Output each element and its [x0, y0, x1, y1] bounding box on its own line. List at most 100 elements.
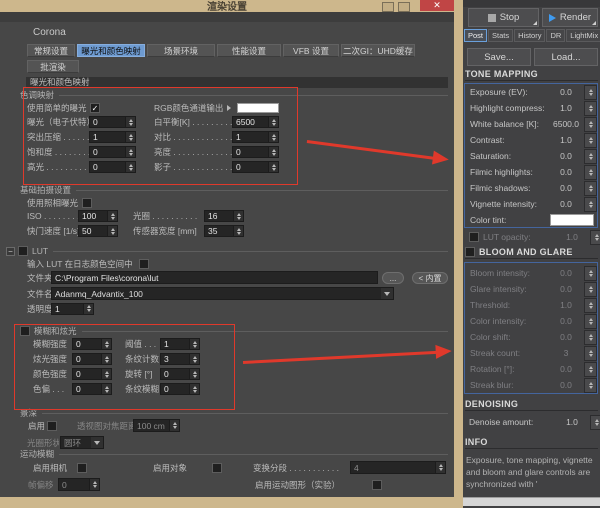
tab-post[interactable]: Post	[464, 29, 487, 42]
spinner[interactable]	[584, 149, 597, 164]
param-field[interactable]: 1	[232, 131, 279, 143]
lut-opacity-field[interactable]: 1	[51, 303, 94, 315]
lut-enable-checkbox[interactable]	[18, 246, 28, 256]
spinner[interactable]	[268, 117, 278, 127]
param-field[interactable]: 0	[232, 161, 279, 173]
spinner[interactable]	[233, 211, 243, 221]
close-button[interactable]: ✕	[420, 0, 454, 11]
param-field[interactable]: 0	[72, 383, 112, 395]
param-field[interactable]: 1	[160, 338, 200, 350]
chevron-down-icon[interactable]	[91, 437, 103, 448]
lut-opacity-checkbox[interactable]	[469, 232, 479, 242]
dof-shape-dropdown[interactable]: 圆环	[60, 436, 104, 449]
simple-exposure-checkbox[interactable]	[90, 103, 100, 113]
dof-enable-checkbox[interactable]	[47, 421, 57, 431]
param-field[interactable]: 35	[204, 225, 244, 237]
spinner[interactable]	[101, 369, 111, 379]
lut-log-space-checkbox[interactable]	[139, 259, 149, 269]
spinner[interactable]	[189, 369, 199, 379]
param-field[interactable]: 100	[78, 210, 118, 222]
tab-scene-environment[interactable]: 场景环境	[147, 44, 215, 57]
mb-segments-field[interactable]: 4	[350, 461, 446, 474]
spinner[interactable]	[101, 339, 111, 349]
spinner[interactable]	[584, 181, 597, 196]
tab-lightmix[interactable]: LightMix	[566, 29, 600, 42]
spinner[interactable]	[590, 415, 600, 430]
param-field[interactable]: 0	[232, 146, 279, 158]
spinner[interactable]	[584, 165, 597, 180]
spinner[interactable]	[268, 132, 278, 142]
tab-batch-render[interactable]: 批渲染	[27, 60, 79, 73]
spinner[interactable]	[107, 211, 117, 221]
param-field[interactable]: 0	[160, 383, 200, 395]
tab-history[interactable]: History	[514, 29, 545, 42]
spinner[interactable]	[590, 230, 600, 245]
param-field[interactable]: 0	[72, 353, 112, 365]
param-field[interactable]: 0	[89, 116, 136, 128]
param-field[interactable]: 0	[89, 146, 136, 158]
spinner[interactable]	[125, 162, 135, 172]
tab-vfb-settings[interactable]: VFB 设置	[283, 44, 339, 57]
spinner[interactable]	[101, 354, 111, 364]
spinner[interactable]	[83, 304, 93, 314]
spinner[interactable]	[584, 85, 597, 100]
spinner[interactable]	[189, 354, 199, 364]
collapse-icon[interactable]: −	[6, 247, 15, 256]
param-field[interactable]: 3	[160, 353, 200, 365]
blur-glare-checkbox[interactable]	[20, 326, 30, 336]
spinner[interactable]	[189, 339, 199, 349]
mb-object-checkbox[interactable]	[212, 463, 222, 473]
render-button[interactable]: Render	[542, 8, 598, 27]
lut-folder-path-field[interactable]: C:\Program Files\corona\lut	[51, 271, 378, 284]
maximize-button[interactable]	[398, 2, 410, 12]
tab-performance-settings[interactable]: 性能设置	[217, 44, 281, 57]
spinner[interactable]	[125, 117, 135, 127]
spinner[interactable]	[107, 226, 117, 236]
spinner[interactable]	[584, 330, 597, 345]
lut-file-dropdown[interactable]: Adanmq_Advantix_100	[51, 287, 394, 300]
param-field[interactable]: 0	[89, 161, 136, 173]
param-field[interactable]: 50	[78, 225, 118, 237]
tab-general-settings[interactable]: 常规设置	[27, 44, 75, 57]
param-field[interactable]: 0	[72, 368, 112, 380]
spinner[interactable]	[584, 197, 597, 212]
spinner[interactable]	[584, 101, 597, 116]
horizontal-scrollbar[interactable]	[463, 497, 600, 506]
dof-focus-field[interactable]: 100 cm	[133, 419, 180, 432]
param-field[interactable]: 0	[160, 368, 200, 380]
mb-camera-checkbox[interactable]	[77, 463, 87, 473]
spinner[interactable]	[584, 266, 597, 281]
spinner[interactable]	[584, 378, 597, 393]
browse-button[interactable]: ...	[382, 272, 404, 284]
param-field[interactable]: 0	[72, 338, 112, 350]
spinner[interactable]	[233, 226, 243, 236]
spinner[interactable]	[125, 147, 135, 157]
mb-offset-field[interactable]: 0	[58, 478, 100, 491]
minimize-button[interactable]	[382, 2, 394, 12]
mb-mograph-checkbox[interactable]	[372, 480, 382, 490]
spinner[interactable]	[584, 298, 597, 313]
spinner[interactable]	[435, 462, 445, 473]
param-field[interactable]: 16	[204, 210, 244, 222]
tab-stats[interactable]: Stats	[488, 29, 513, 42]
param-field[interactable]: 6500	[232, 116, 279, 128]
tab-dr[interactable]: DR	[546, 29, 565, 42]
spinner[interactable]	[101, 384, 111, 394]
load-button[interactable]: Load...	[534, 48, 598, 66]
spinner[interactable]	[189, 384, 199, 394]
photo-exposure-checkbox[interactable]	[82, 198, 92, 208]
spinner[interactable]	[125, 132, 135, 142]
spinner[interactable]	[584, 117, 597, 132]
param-field[interactable]: 1	[89, 131, 136, 143]
spinner[interactable]	[268, 162, 278, 172]
spinner[interactable]	[169, 420, 179, 431]
rgb-output-color-swatch[interactable]	[237, 103, 279, 113]
save-button[interactable]: Save...	[467, 48, 531, 66]
builtin-button[interactable]: < 内置	[412, 272, 448, 284]
spinner[interactable]	[584, 314, 597, 329]
bloom-glare-checkbox[interactable]	[465, 247, 475, 257]
spinner[interactable]	[584, 133, 597, 148]
tab-exposure-color-mapping[interactable]: 曝光和颜色映射	[77, 44, 145, 57]
tab-secondary-gi[interactable]: 二次GI：UHD缓存	[341, 44, 415, 57]
spinner[interactable]	[89, 479, 99, 490]
